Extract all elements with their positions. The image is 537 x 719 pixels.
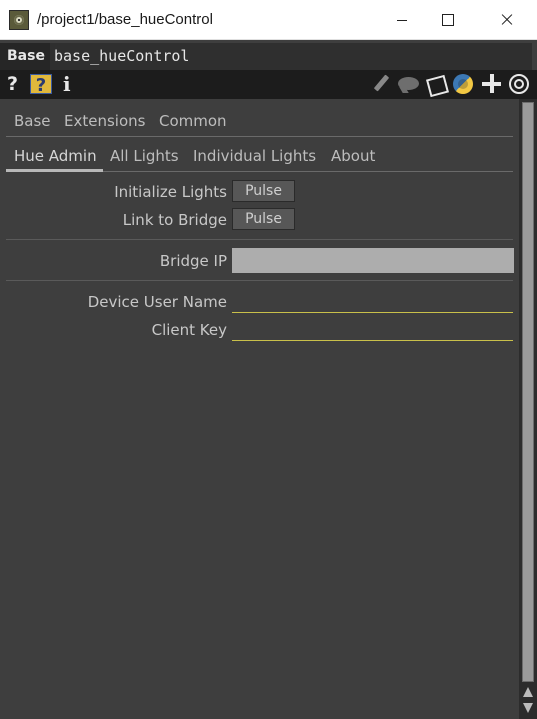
clipboard-icon[interactable] [425,74,447,94]
active-tab-indicator [6,169,103,172]
python-help-icon[interactable]: ? [30,74,52,96]
tab-extensions[interactable]: Extensions [64,112,145,136]
parameter-toolbar: ? ? i [0,70,537,99]
link-to-bridge-label: Link to Bridge [122,211,227,229]
close-button[interactable] [484,0,530,40]
initialize-lights-pulse-button[interactable]: Pulse [232,180,295,202]
tab-common[interactable]: Common [159,112,227,136]
tab-about[interactable]: About [331,147,375,171]
operator-name-field[interactable]: base_hueControl [50,43,532,70]
link-to-bridge-pulse-button[interactable]: Pulse [232,208,295,230]
tab-individual-lights[interactable]: Individual Lights [193,147,316,171]
operator-header: Base base_hueControl [0,43,532,70]
tab-hue-admin[interactable]: Hue Admin [14,147,97,171]
maximize-button[interactable] [425,0,471,40]
parameter-panel: Base Extensions Common Hue Admin All Lig… [0,99,519,719]
help-icon[interactable]: ? [7,74,21,94]
section-divider [6,239,513,240]
client-key-field[interactable] [232,319,513,341]
minimize-button[interactable] [379,0,425,40]
operator-type-label: Base [7,48,45,64]
target-icon[interactable] [509,74,530,94]
initialize-lights-label: Initialize Lights [114,183,227,201]
vertical-scrollbar[interactable] [519,99,537,719]
window-title: /project1/base_hueControl [37,11,213,28]
tab-all-lights[interactable]: All Lights [110,147,179,171]
plus-icon[interactable] [482,74,502,94]
edit-pencil-icon[interactable] [372,74,390,94]
bridge-ip-field[interactable] [232,248,514,273]
touchdesigner-app-icon [9,10,29,30]
python-icon[interactable] [453,74,475,94]
tab-row-divider [6,136,513,137]
bridge-ip-label: Bridge IP [159,252,227,270]
scrollbar-thumb[interactable] [522,102,534,682]
scroll-up-arrow-icon[interactable] [523,687,533,697]
client-key-label: Client Key [151,321,227,339]
section-divider [6,280,513,281]
tab-base[interactable]: Base [14,112,51,136]
comment-bubble-icon[interactable] [398,74,420,94]
device-user-name-field[interactable] [232,291,513,313]
scroll-down-arrow-icon[interactable] [523,703,533,713]
device-user-name-label: Device User Name [87,293,227,311]
info-icon[interactable]: i [63,74,73,94]
title-bar: /project1/base_hueControl [0,0,537,40]
